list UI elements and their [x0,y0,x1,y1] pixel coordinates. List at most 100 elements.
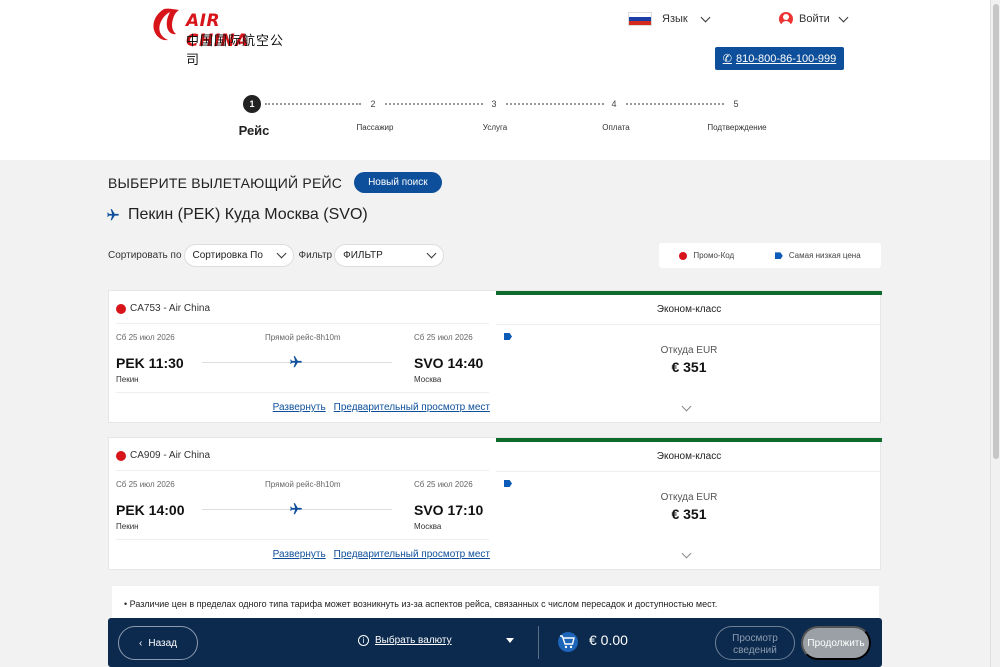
step-3-label: Услуга [482,123,508,132]
flight-info: CA909 - Air China Сб 25 июл 2026 Прямой … [109,438,496,571]
airplane-icon [290,356,302,368]
economy-fare[interactable]: Эконом-класс Откуда EUR € 351 [496,291,882,424]
airplane-icon [107,209,119,221]
phone-number: 810-800-86-100-999 [735,52,837,65]
step-2-number: 2 [370,99,376,109]
lowest-price-legend: Самая низкая цена [774,251,861,260]
main-content: ВЫБЕРИТЕ ВЫЛЕТАЮЩИЙ РЕЙС Новый поиск Пек… [0,160,990,667]
back-label: Назад [148,637,177,649]
filter-select[interactable]: ФИЛЬТР [334,244,445,267]
currency-label: Выбрать валюту [375,635,452,646]
legend-box: Промо-Код Самая низкая цена [659,243,881,268]
continue-button[interactable]: Продолжить [801,626,871,660]
user-icon [779,12,793,26]
chevron-down-icon [838,12,849,22]
step-1-label: Рейс [238,123,270,138]
flight-card: CA909 - Air China Сб 25 июл 2026 Прямой … [108,437,882,571]
preview-details-button[interactable]: Просмотр сведений [715,626,795,660]
step-1-number: 1 [243,95,261,113]
arrival-time: SVO 17:10 [414,502,484,518]
step-connector [265,103,361,105]
page-title: ВЫБЕРИТЕ ВЫЛЕТАЮЩИЙ РЕЙС [108,174,343,191]
flight-links: Развернуть Предварительный просмотр мест [273,402,490,413]
expand-link[interactable]: Развернуть [273,402,326,413]
bottom-action-bar: ‹ Назад i Выбрать валюту € 0.00 Просмотр… [108,618,882,667]
departure-city: Пекин [116,375,139,384]
promo-legend: Промо-Код [679,251,734,260]
tag-icon [504,480,512,487]
tag-icon [504,333,512,340]
language-selector[interactable]: Язык [628,12,711,26]
step-2-label: Пассажир [356,123,394,132]
scrollbar[interactable] [990,0,1000,667]
route-title: Пекин (PEK) Куда Москва (SVO) [106,206,368,224]
step-connector [626,103,724,105]
arrival-date: Сб 25 июл 2026 [414,333,473,342]
step-3-number: 3 [491,99,497,109]
sort-label: Сортировать по [108,250,182,261]
phoenix-icon [153,8,179,41]
flight-info: CA753 - Air China Сб 25 июл 2026 Прямой … [109,291,496,424]
arrival-city: Москва [414,522,442,531]
chevron-down-icon[interactable] [681,548,692,559]
filter-value: ФИЛЬТР [343,250,383,261]
flight-links: Развернуть Предварительный просмотр мест [273,549,490,560]
login-label: Войти [799,13,830,25]
seatmap-link[interactable]: Предварительный просмотр мест [334,402,490,413]
chevron-down-icon [700,12,711,22]
filter-label: Фильтр [298,250,333,261]
air-china-mini-logo-icon [116,303,126,314]
logo-text-cn: 中国国际航空公司 [186,34,285,68]
departure-date: Сб 25 июл 2026 [116,480,175,489]
route-text: Пекин (PEK) Куда Москва (SVO) [128,206,368,223]
new-search-button[interactable]: Новый поиск [354,172,442,193]
promo-label: Промо-Код [693,251,735,260]
air-china-mini-logo-icon [116,450,126,461]
economy-fare[interactable]: Эконом-класс Откуда EUR € 351 [496,438,882,571]
step-4-number: 4 [611,99,617,109]
scrollbar-thumb[interactable] [993,4,999,459]
cart-icon[interactable] [558,632,578,652]
back-button[interactable]: ‹ Назад [118,626,198,660]
departure-date: Сб 25 июл 2026 [116,333,175,342]
expand-link[interactable]: Развернуть [273,549,326,560]
air-china-logo[interactable]: AIR CHINA 中国国际航空公司 [146,6,286,68]
flight-number: CA909 - Air China [130,450,211,461]
step-4-label: Оплата [602,123,630,132]
currency-selector[interactable]: i Выбрать валюту [358,635,452,646]
step-connector [506,103,604,105]
sort-select[interactable]: Сортировка По [183,244,294,267]
chevron-down-icon [276,248,286,259]
flight-number: CA753 - Air China [130,303,211,314]
airplane-icon [290,503,302,515]
caret-down-icon[interactable] [506,638,514,643]
login-button[interactable]: Войти [779,12,849,26]
fare-class: Эконом-класс [496,295,882,325]
arrival-time: SVO 14:40 [414,355,484,371]
title-row: ВЫБЕРИТЕ ВЫЛЕТАЮЩИЙ РЕЙС Новый поиск [108,172,442,193]
phone-button[interactable]: ✆ 810-800-86-100-999 [715,47,844,70]
info-icon: i [358,635,369,646]
phone-icon: ✆ [722,53,732,65]
arrival-date: Сб 25 июл 2026 [414,480,473,489]
promo-icon [679,251,688,260]
divider [116,392,489,393]
price-from-label: Откуда EUR [660,345,718,356]
page: AIR CHINA 中国国际航空公司 Язык Войти ✆ 810-800-… [0,0,1000,667]
departure-city: Пекин [116,522,139,531]
sort-value: Сортировка По [192,250,263,261]
divider [116,539,489,540]
chevron-down-icon[interactable] [681,401,692,412]
price: € 351 [671,359,707,375]
flight-header: CA909 - Air China [116,450,210,461]
total-price: € 0.00 [589,632,628,648]
divider [538,626,539,659]
seatmap-link[interactable]: Предварительный просмотр мест [334,549,490,560]
lowest-price-label: Самая низкая цена [788,251,861,260]
header: AIR CHINA 中国国际航空公司 Язык Войти ✆ 810-800-… [0,0,990,160]
price: € 351 [671,506,707,522]
divider [116,323,489,324]
step-5-label: Подтверждение [707,123,767,132]
sort-filter-bar: Сортировать по Сортировка По Фильтр ФИЛЬ… [108,244,445,267]
note-line-1: • Различие цен в пределах одного типа та… [124,599,718,609]
